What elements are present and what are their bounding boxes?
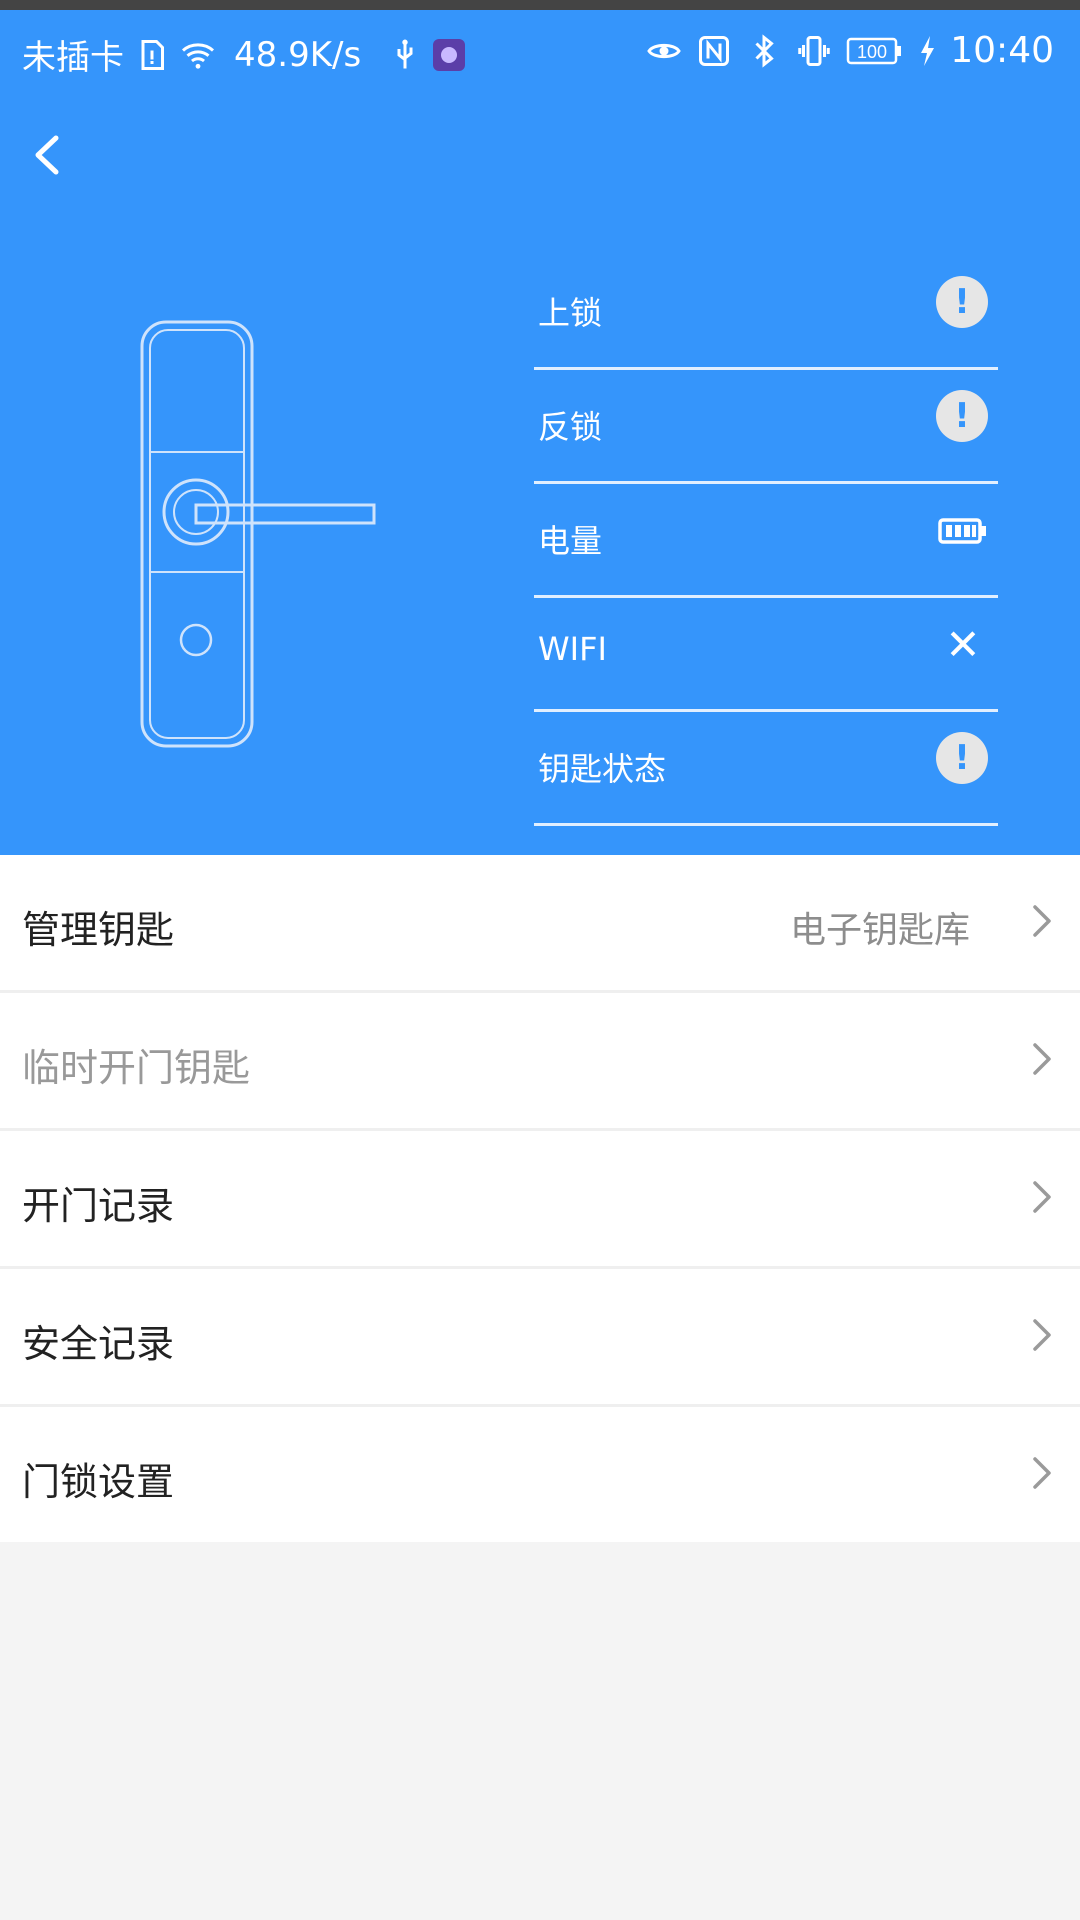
menu-item-temp-key[interactable]: 临时开门钥匙 (0, 993, 1080, 1131)
chevron-right-icon (1033, 1181, 1051, 1213)
wifi-icon (181, 42, 215, 69)
app-badge-icon (433, 38, 466, 71)
menu-value: 电子钥匙库 (789, 910, 970, 951)
battery-level: 100 (857, 42, 887, 62)
usb-icon (397, 39, 413, 68)
battery-icon: 100 (847, 37, 902, 64)
menu-label: 安全记录 (22, 1322, 175, 1366)
warning-icon: ! (936, 732, 990, 786)
status-row-locked: 上锁 ! (534, 258, 998, 370)
chevron-right-icon (1033, 905, 1051, 937)
menu-item-unlock-records[interactable]: 开门记录 (0, 1131, 1080, 1269)
menu-item-manage-keys[interactable]: 管理钥匙 电子钥匙库 (0, 855, 1080, 993)
close-icon: ✕ (945, 620, 981, 669)
menu-item-security-records[interactable]: 安全记录 (0, 1269, 1080, 1407)
status-row-key-status: 钥匙状态 ! (534, 714, 998, 826)
top-edge (0, 0, 1080, 10)
lock-menu: 管理钥匙 电子钥匙库 临时开门钥匙 开门记录 安全记录 门锁设置 (0, 855, 1080, 1542)
eye-icon (647, 43, 682, 58)
back-button[interactable] (18, 118, 78, 188)
sim-icon (141, 39, 164, 70)
warning-icon: ! (936, 276, 990, 330)
chevron-right-icon (1033, 1319, 1051, 1351)
door-lock-illustration (140, 320, 376, 748)
status-label: 钥匙状态 (538, 750, 667, 788)
status-label: 上锁 (538, 294, 603, 332)
chevron-right-icon (1033, 1043, 1051, 1075)
status-row-deadlock: 反锁 ! (534, 372, 998, 484)
vibrate-icon (798, 35, 830, 66)
menu-label: 门锁设置 (22, 1460, 175, 1504)
net-speed: 48.9K/s (234, 34, 362, 75)
menu-label: 管理钥匙 (22, 908, 175, 952)
lock-status-list: 上锁 ! 反锁 ! 电量 WIFI ✕ 钥匙状态 ! (534, 258, 998, 828)
status-label: WIFI (538, 630, 607, 668)
nfc-icon (699, 35, 730, 66)
warning-icon: ! (936, 390, 990, 444)
chevron-right-icon (1033, 1457, 1051, 1489)
chevron-left-icon (35, 135, 59, 175)
menu-item-lock-settings[interactable]: 门锁设置 (0, 1407, 1080, 1542)
charging-icon (921, 35, 935, 66)
battery-icon (936, 504, 990, 558)
status-label: 电量 (538, 522, 603, 560)
carrier-text: 未插卡 (22, 38, 124, 78)
bluetooth-icon (755, 33, 774, 68)
menu-label: 临时开门钥匙 (22, 1046, 251, 1090)
menu-label: 开门记录 (22, 1184, 175, 1228)
status-bar: 未插卡 48.9K/s 100 10:40 (0, 10, 1080, 92)
status-row-wifi: WIFI ✕ (534, 600, 998, 712)
clock: 10:40 (950, 30, 1054, 71)
status-label: 反锁 (538, 408, 603, 446)
status-row-battery: 电量 (534, 486, 998, 598)
